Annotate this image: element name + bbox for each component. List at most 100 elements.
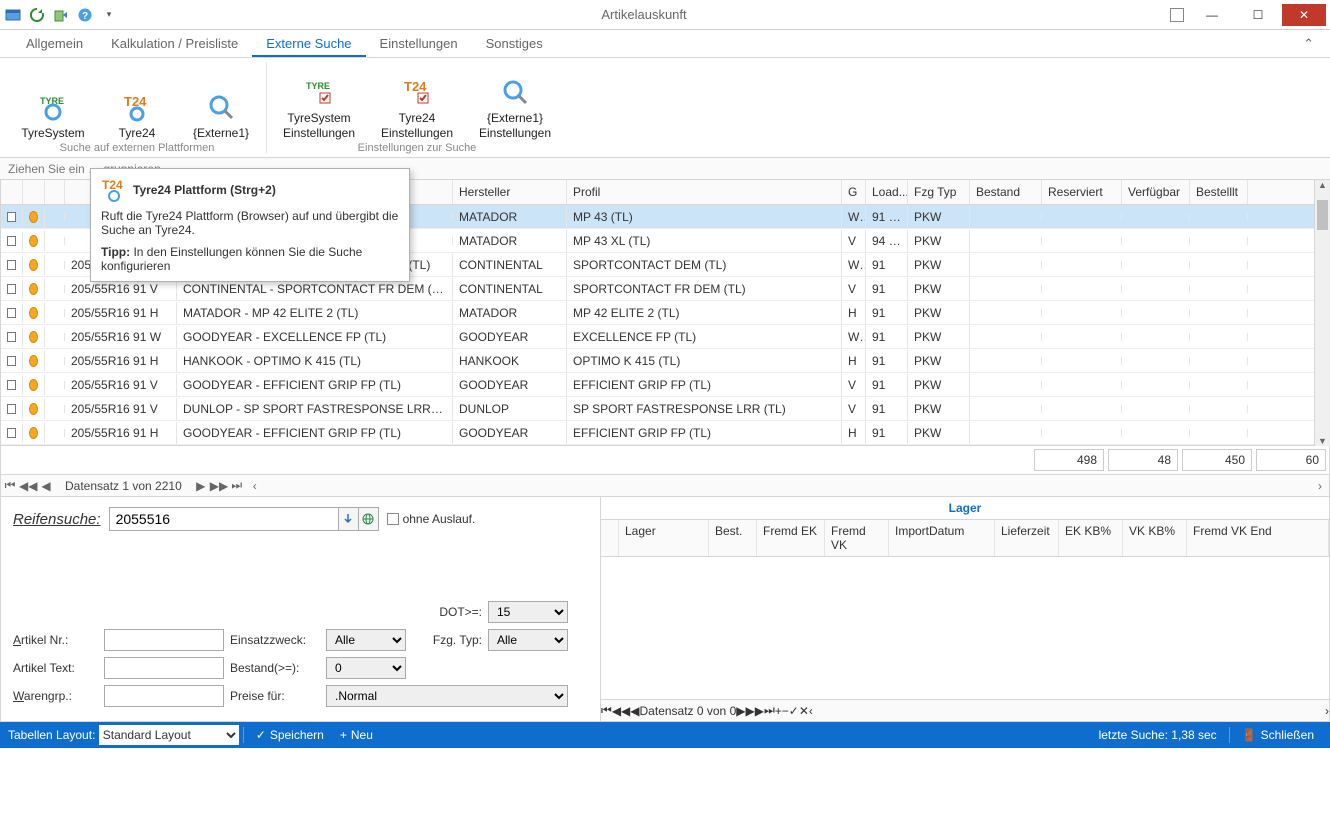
ohne-auslauf-checkbox[interactable]: ohne Auslauf. [387,512,476,526]
col-status[interactable] [23,180,45,204]
tab-externe-suche[interactable]: Externe Suche [252,30,365,57]
table-row[interactable]: 205/55R16 91 VDUNLOP - SP SPORT FASTRESP… [1,397,1329,421]
layout-select[interactable]: Standard Layout [99,725,239,745]
col-hersteller[interactable]: Hersteller [453,180,567,204]
col-verfuegbar[interactable]: Verfügbar [1122,180,1190,204]
lnav-ok-icon[interactable]: ✓ [789,704,799,718]
col-fzgtyp[interactable]: Fzg Typ [908,180,970,204]
btn-tyresystem[interactable]: TYRE TyreSystem [18,62,88,140]
export-icon[interactable] [52,6,70,24]
lager-col-fremdvkend[interactable]: Fremd VK End [1187,520,1329,556]
save-button[interactable]: ✓Speichern [256,728,324,742]
help-icon[interactable]: ? [76,6,94,24]
refresh-icon[interactable] [28,6,46,24]
row-checkbox[interactable] [1,280,23,298]
new-button[interactable]: +Neu [340,728,373,742]
grid-scrollbar[interactable]: ▲ ▼ [1314,180,1330,446]
row-checkbox[interactable] [1,328,23,346]
close-button[interactable]: ✕ [1282,4,1326,26]
table-row[interactable]: 205/55R16 91 HHANKOOK - OPTIMO K 415 (TL… [1,349,1329,373]
lnav-forward-icon[interactable]: › [1325,704,1329,718]
btn-tyre24[interactable]: T24 Tyre24 [102,62,172,140]
lnav-next-icon[interactable]: ▶ [736,704,745,718]
lnav-last-icon[interactable]: ⏭ [764,703,775,718]
lnav-add-icon[interactable]: + [775,704,782,718]
btn-tyre24-settings[interactable]: T24 Tyre24 Einstellungen [375,62,459,140]
table-row[interactable]: 205/55R16 91 WGOODYEAR - EXCELLENCE FP (… [1,325,1329,349]
row-checkbox[interactable] [1,256,23,274]
nav-forward-icon[interactable]: › [1311,479,1329,493]
artnr-input[interactable] [104,629,224,651]
table-row[interactable]: 205/55R16 91 VGOODYEAR - EFFICIENT GRIP … [1,373,1329,397]
btn-externe1[interactable]: {Externe1} [186,62,256,140]
lnav-del-icon[interactable]: − [782,704,789,718]
nav-prevpage-icon[interactable]: ◀◀ [19,479,37,493]
col-bestellt[interactable]: Bestelllt [1190,180,1248,204]
lnav-prev-icon[interactable]: ◀ [630,704,639,718]
lager-col-vkkb[interactable]: VK KB% [1123,520,1187,556]
warengrp-input[interactable] [104,685,224,707]
preise-select[interactable]: .Normal [326,685,568,707]
einsatz-select[interactable]: Alle [326,629,406,651]
col-reserviert[interactable]: Reserviert [1042,180,1122,204]
col-profil[interactable]: Profil [567,180,842,204]
minimize-button[interactable]: — [1190,4,1234,26]
col-blank[interactable] [45,180,65,204]
nav-last-icon[interactable]: ⏭ [228,478,246,493]
lnav-first-icon[interactable]: ⏮ [601,703,612,718]
maximize-button[interactable]: ☐ [1236,4,1280,26]
tab-allgemein[interactable]: Allgemein [12,30,97,57]
btn-externe1-settings[interactable]: {Externe1} Einstellungen [473,62,557,140]
row-checkbox[interactable] [1,304,23,322]
tab-sonstiges[interactable]: Sonstiges [472,30,557,57]
lager-col-lieferzeit[interactable]: Lieferzeit [995,520,1059,556]
dot-select[interactable]: 15 [488,601,568,623]
bestand-select[interactable]: 0 [326,657,406,679]
nav-back-icon[interactable]: ‹ [246,479,264,493]
row-checkbox[interactable] [1,232,23,250]
nav-prev-icon[interactable]: ◀ [37,479,55,493]
lager-col-best[interactable]: Best. [709,520,757,556]
col-mark[interactable] [1,180,23,204]
lager-col-fremdvk[interactable]: Fremd VK [825,520,889,556]
lager-col-lager[interactable]: Lager [619,520,709,556]
tab-kalkulation[interactable]: Kalkulation / Preisliste [97,30,252,57]
pin-icon[interactable] [1170,8,1184,22]
btn-tyresystem-settings[interactable]: TYRE TyreSystem Einstellungen [277,62,361,140]
lnav-nextpage-icon[interactable]: ▶▶ [745,704,763,718]
tab-einstellungen[interactable]: Einstellungen [366,30,472,57]
col-bestand[interactable]: Bestand [970,180,1042,204]
row-checkbox[interactable] [1,424,23,442]
table-row[interactable]: 205/55R16 91 HGOODYEAR - EFFICIENT GRIP … [1,421,1329,445]
row-checkbox[interactable] [1,376,23,394]
search-globe-icon[interactable] [359,507,379,531]
close-app-button[interactable]: 🚪Schließen [1242,728,1314,742]
cell-g: V [842,374,866,396]
row-checkbox[interactable] [1,400,23,418]
row-checkbox[interactable] [1,352,23,370]
collapse-ribbon-icon[interactable]: ⌃ [1299,30,1318,57]
lnav-back-icon[interactable]: ‹ [809,704,813,718]
nav-first-icon[interactable]: ⏮ [1,478,19,493]
lnav-cancel-icon[interactable]: ✕ [799,704,809,718]
lnav-prevpage-icon[interactable]: ◀◀ [612,704,630,718]
lager-col-importdatum[interactable]: ImportDatum [889,520,995,556]
lager-col-fremdek[interactable]: Fremd EK [757,520,825,556]
col-load[interactable]: Load... [866,180,908,204]
row-checkbox[interactable] [1,208,23,226]
nav-next-icon[interactable]: ▶ [192,479,210,493]
app-icon[interactable] [4,6,22,24]
cell-profil: SPORTCONTACT DEM (TL) [567,254,842,276]
table-row[interactable]: 205/55R16 91 HMATADOR - MP 42 ELITE 2 (T… [1,301,1329,325]
lager-body[interactable] [601,557,1329,699]
fzgtyp-select[interactable]: Alle [488,629,568,651]
search-arrow-icon[interactable] [339,507,359,531]
nav-nextpage-icon[interactable]: ▶▶ [210,479,228,493]
arttext-input[interactable] [104,657,224,679]
col-g[interactable]: G [842,180,866,204]
lager-col-ekkb[interactable]: EK KB% [1059,520,1123,556]
customize-dropdown[interactable]: ▾ [100,6,118,24]
cell-bestellt [1190,309,1248,317]
search-input[interactable] [109,507,339,531]
cell-bez: DUNLOP - SP SPORT FASTRESPONSE LRR (TL) [177,398,453,420]
